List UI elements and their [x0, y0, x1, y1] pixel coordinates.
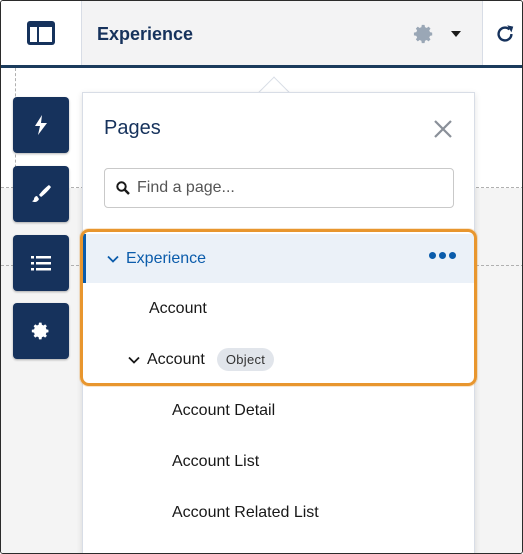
components-tool-button[interactable] — [13, 97, 69, 153]
close-icon[interactable] — [433, 119, 453, 139]
pages-tool-button[interactable] — [13, 235, 69, 291]
gear-icon[interactable] — [413, 23, 435, 45]
brush-icon — [32, 185, 51, 203]
tree-item-label: Account List — [172, 452, 260, 470]
refresh-icon[interactable] — [494, 23, 516, 45]
tree-item-label: Experience — [126, 249, 207, 267]
page-tree: Experience Account Account Object Accoun… — [83, 234, 474, 538]
search-icon — [116, 181, 130, 195]
tree-item-label: Account — [147, 350, 205, 368]
pages-panel: Pages Experience Account Account — [82, 92, 475, 553]
page-search[interactable] — [104, 168, 454, 208]
builder-window: Experience Pages Find a page... Experien… — [0, 0, 523, 554]
chevron-down-icon[interactable] — [105, 251, 121, 267]
gear-icon — [31, 322, 49, 340]
chevron-down-icon[interactable] — [126, 352, 142, 368]
tree-item-account-object[interactable]: Account Object — [83, 334, 474, 385]
settings-tool-button[interactable] — [13, 303, 69, 359]
layout-icon — [27, 21, 55, 45]
tree-item-account[interactable]: Account — [83, 283, 474, 334]
page-selector[interactable]: Experience — [82, 1, 482, 65]
tree-item-label: Account Related List — [172, 503, 319, 521]
panel-title: Pages — [104, 117, 161, 139]
toolbar-divider — [482, 1, 483, 65]
more-icon[interactable] — [429, 252, 456, 259]
tree-item-account-related-list[interactable]: Account Related List — [83, 487, 474, 538]
tree-item-account-list[interactable]: Account List — [83, 436, 474, 487]
tree-item-label: Account — [149, 299, 207, 317]
caret-down-icon[interactable] — [451, 31, 461, 37]
object-badge: Object — [216, 348, 275, 371]
tree-item-label: Account Detail — [172, 401, 276, 419]
tree-item-account-detail[interactable]: Account Detail — [83, 385, 474, 436]
list-icon — [31, 256, 51, 271]
search-input[interactable] — [137, 177, 437, 199]
layout-button[interactable] — [1, 1, 82, 65]
lightning-icon — [35, 115, 47, 135]
theme-tool-button[interactable] — [13, 166, 69, 222]
page-title: Experience — [97, 24, 194, 44]
top-toolbar: Experience — [1, 1, 522, 68]
tree-item-experience[interactable]: Experience — [83, 234, 474, 283]
